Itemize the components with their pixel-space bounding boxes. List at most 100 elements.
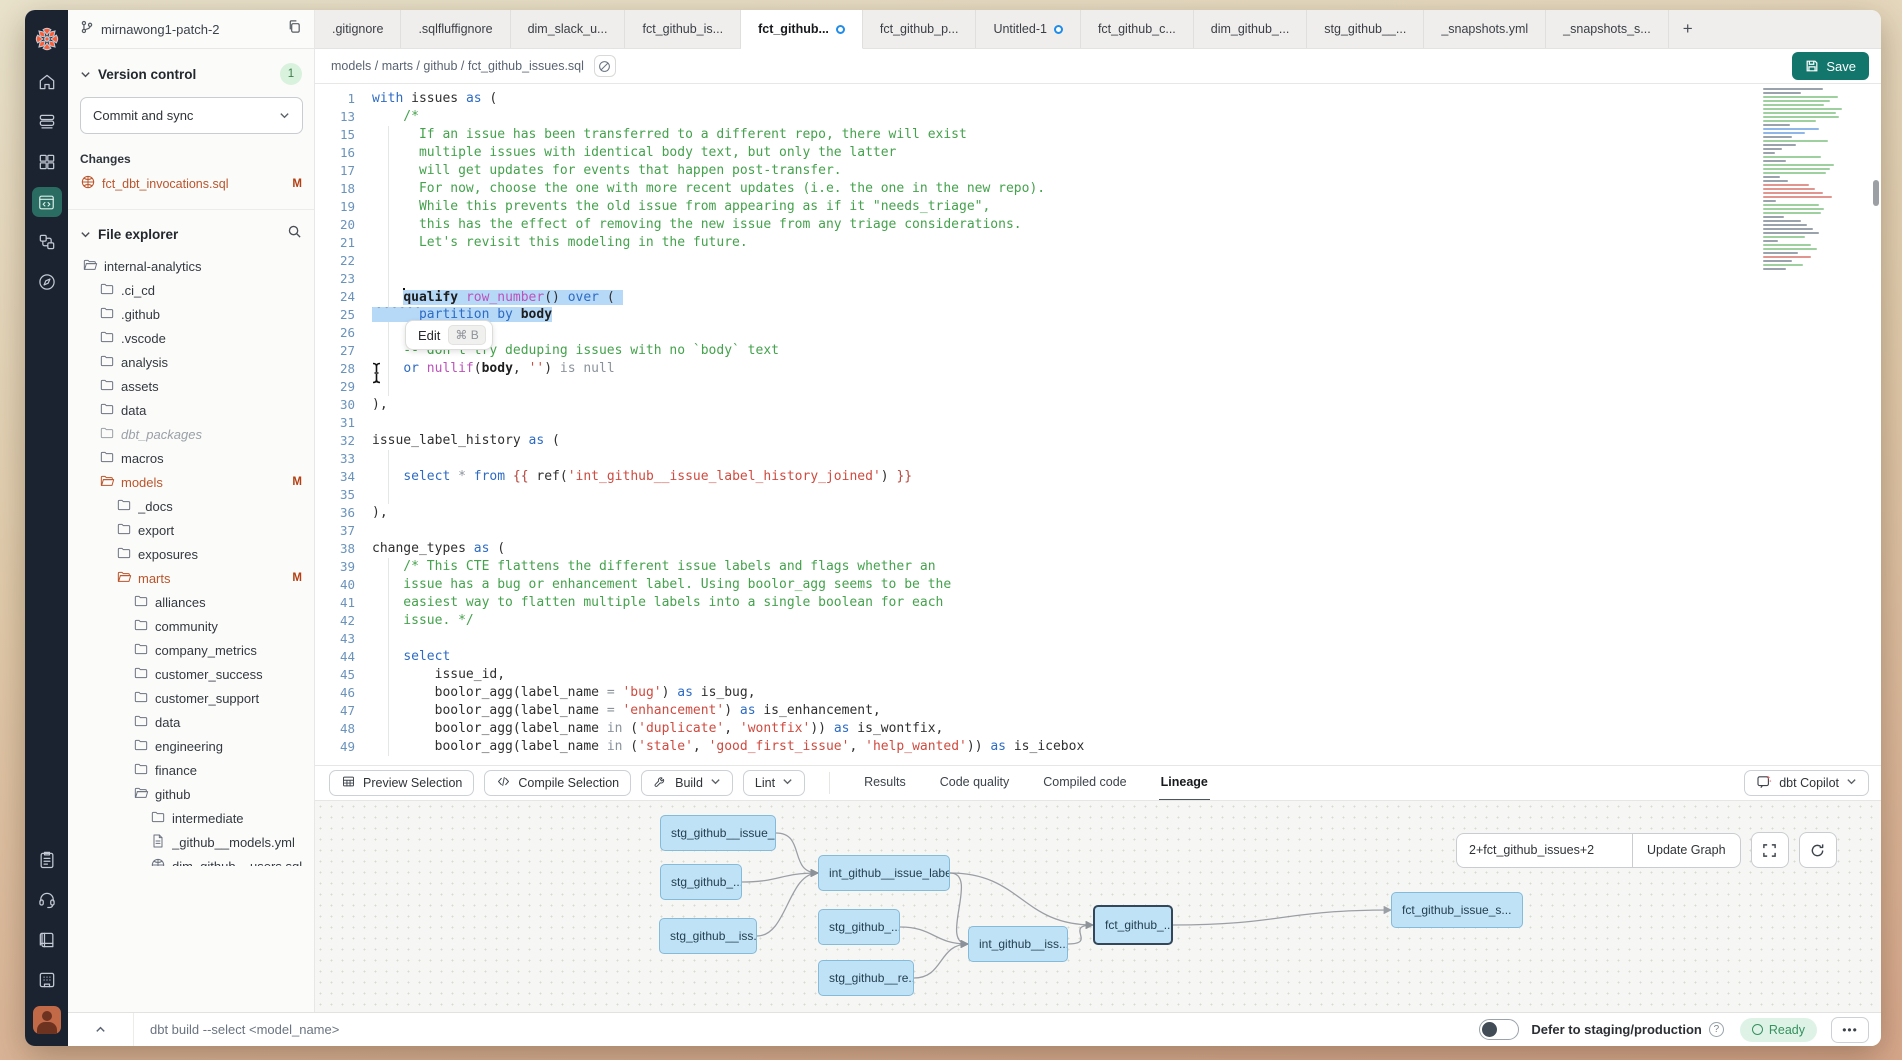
panel-tab-compiled-code[interactable]: Compiled code (1041, 766, 1128, 801)
tab-.sqlfluffignore[interactable]: .sqlfluffignore (401, 10, 510, 48)
tree-item-customer_support[interactable]: customer_support (68, 686, 314, 710)
code-line[interactable]: 41 easiest way to flatten multiple label… (315, 594, 1761, 612)
tab-Untitled-1[interactable]: Untitled-1 (976, 10, 1081, 48)
tree-item-analysis[interactable]: analysis (68, 350, 314, 374)
tree-item-internal-analytics[interactable]: internal-analytics (68, 254, 314, 278)
defer-toggle[interactable] (1479, 1019, 1519, 1040)
update-graph-button[interactable]: Update Graph (1632, 833, 1741, 868)
tab-fct_github_c...[interactable]: fct_github_c... (1081, 10, 1194, 48)
commit-and-sync-button[interactable]: Commit and sync (80, 97, 303, 134)
lint-button[interactable]: Lint (743, 770, 805, 796)
lineage-node-fct_github_issue_s[interactable]: fct_github_issue_s... (1391, 892, 1523, 928)
tree-item-.ci_cd[interactable]: .ci_cd (68, 278, 314, 302)
save-button[interactable]: Save (1792, 52, 1869, 80)
tree-item-dim_github__users.sql[interactable]: dim_github__users.sql (68, 854, 314, 866)
code-line[interactable]: 17 will get updates for events that happ… (315, 162, 1761, 180)
code-line[interactable]: 13 /* (315, 108, 1761, 126)
tab-fct_github_p...[interactable]: fct_github_p... (863, 10, 977, 48)
code-line[interactable]: 27 -- don't try deduping issues with no … (315, 342, 1761, 360)
code-line[interactable]: 34 select * from {{ ref('int_github__iss… (315, 468, 1761, 486)
tree-item-dbt_packages[interactable]: dbt_packages (68, 422, 314, 446)
lineage-node-stg_github__re[interactable]: stg_github__re... (818, 960, 914, 996)
code-line[interactable]: 24 qualify row_number() over ( (315, 288, 1761, 306)
tab-.gitignore[interactable]: .gitignore (315, 10, 401, 48)
code-line[interactable]: 33 (315, 450, 1761, 468)
file-explorer-header[interactable]: File explorer (68, 210, 314, 252)
lineage-node-int_github__iss[interactable]: int_github__iss... (968, 926, 1068, 962)
tree-item-community[interactable]: community (68, 614, 314, 638)
code-line[interactable]: 48 boolor_agg(label_name in ('duplicate'… (315, 720, 1761, 738)
notes-icon[interactable] (25, 840, 68, 880)
tree-item-data[interactable]: data (68, 710, 314, 734)
code-line[interactable]: 44 select (315, 648, 1761, 666)
lineage-panel[interactable]: 2+fct_github_issues+2 Update Graph stg_g… (315, 800, 1881, 1012)
code-line[interactable]: 22 (315, 252, 1761, 270)
lineage-node-int_github__issue_labe[interactable]: int_github__issue_labe... (818, 855, 950, 891)
tree-item-_docs[interactable]: _docs (68, 494, 314, 518)
catalog-icon[interactable] (25, 960, 68, 1000)
tree-item-assets[interactable]: assets (68, 374, 314, 398)
tree-item-exposures[interactable]: exposures (68, 542, 314, 566)
code-line[interactable]: 47 boolor_agg(label_name = 'enhancement'… (315, 702, 1761, 720)
code-line[interactable]: 20 this has the effect of removing the n… (315, 216, 1761, 234)
lineage-node-stg_github_[interactable]: stg_github_... (660, 864, 742, 900)
compile-selection-button[interactable]: Compile Selection (484, 770, 631, 796)
code-line[interactable]: 43 (315, 630, 1761, 648)
code-line[interactable]: 42 issue. */ (315, 612, 1761, 630)
tree-item-export[interactable]: export (68, 518, 314, 542)
code-editor[interactable]: 1with issues as (13 /*15 If an issue has… (315, 84, 1881, 765)
tab-_snapshots.yml[interactable]: _snapshots.yml (1424, 10, 1546, 48)
code-line[interactable]: 18 For now, choose the one with more rec… (315, 180, 1761, 198)
code-line[interactable]: 1with issues as ( (315, 90, 1761, 108)
editor-scrollbar-thumb[interactable] (1873, 180, 1879, 206)
edit-popover[interactable]: Edit ⌘ B (405, 320, 493, 350)
tree-item-customer_success[interactable]: customer_success (68, 662, 314, 686)
lineage-selector-input[interactable]: 2+fct_github_issues+2 (1456, 833, 1632, 868)
minimap[interactable] (1763, 88, 1859, 272)
tree-item-finance[interactable]: finance (68, 758, 314, 782)
more-options-button[interactable]: ••• (1831, 1017, 1869, 1043)
tab-fct_github_is...[interactable]: fct_github_is... (625, 10, 741, 48)
refresh-button[interactable] (1799, 832, 1837, 868)
expand-command-bar-button[interactable] (68, 1013, 134, 1046)
code-line[interactable]: 29 (315, 378, 1761, 396)
docs-icon[interactable] (25, 920, 68, 960)
dbt-copilot-button[interactable]: dbt Copilot (1744, 770, 1869, 796)
search-icon[interactable] (287, 224, 302, 244)
code-line[interactable]: 46 boolor_agg(label_name = 'bug') as is_… (315, 684, 1761, 702)
code-line[interactable]: 38change_types as ( (315, 540, 1761, 558)
tree-item-engineering[interactable]: engineering (68, 734, 314, 758)
new-tab-button[interactable]: + (1669, 10, 1707, 48)
dashboard-icon[interactable] (25, 142, 68, 182)
code-line[interactable]: 30), (315, 396, 1761, 414)
lineage-node-fct_github_[interactable]: fct_github_... (1093, 905, 1173, 945)
code-line[interactable]: 39 /* This CTE flattens the different is… (315, 558, 1761, 576)
build-button[interactable]: Build (641, 770, 733, 796)
tab-_snapshots_s...[interactable]: _snapshots_s... (1546, 10, 1669, 48)
tab-stg_github__...[interactable]: stg_github__... (1307, 10, 1424, 48)
code-line[interactable]: 19 While this prevents the old issue fro… (315, 198, 1761, 216)
fullscreen-button[interactable] (1751, 832, 1789, 868)
panel-tab-lineage[interactable]: Lineage (1159, 766, 1210, 801)
tree-item-alliances[interactable]: alliances (68, 590, 314, 614)
code-line[interactable]: 23 (315, 270, 1761, 288)
user-avatar[interactable] (25, 1000, 68, 1040)
code-line[interactable]: 49 boolor_agg(label_name in ('stale', 'g… (315, 738, 1761, 756)
command-input[interactable]: dbt build --select <model_name> (134, 1022, 1479, 1037)
tree-item-.vscode[interactable]: .vscode (68, 326, 314, 350)
tree-item-marts[interactable]: martsM (68, 566, 314, 590)
develop-ide-icon[interactable] (25, 182, 68, 222)
version-control-header[interactable]: Version control 1 (68, 49, 314, 93)
lineage-node-stg_github__iss[interactable]: stg_github__iss... (659, 918, 757, 954)
tree-item-macros[interactable]: macros (68, 446, 314, 470)
code-line[interactable]: 32issue_label_history as ( (315, 432, 1761, 450)
environments-icon[interactable] (25, 102, 68, 142)
tree-item-_github__models.yml[interactable]: _github__models.yml (68, 830, 314, 854)
copy-branch-icon[interactable] (287, 19, 302, 39)
lineage-node-stg_github__issue_[interactable]: stg_github__issue_... (660, 815, 776, 851)
tab-fct_github...[interactable]: fct_github... (741, 10, 863, 49)
panel-tab-code-quality[interactable]: Code quality (938, 766, 1012, 801)
code-line[interactable]: 28 or nullif(body, '') is null (315, 360, 1761, 378)
code-line[interactable]: 21 Let's revisit this modeling in the fu… (315, 234, 1761, 252)
code-line[interactable]: 25 partition by body (315, 306, 1761, 324)
